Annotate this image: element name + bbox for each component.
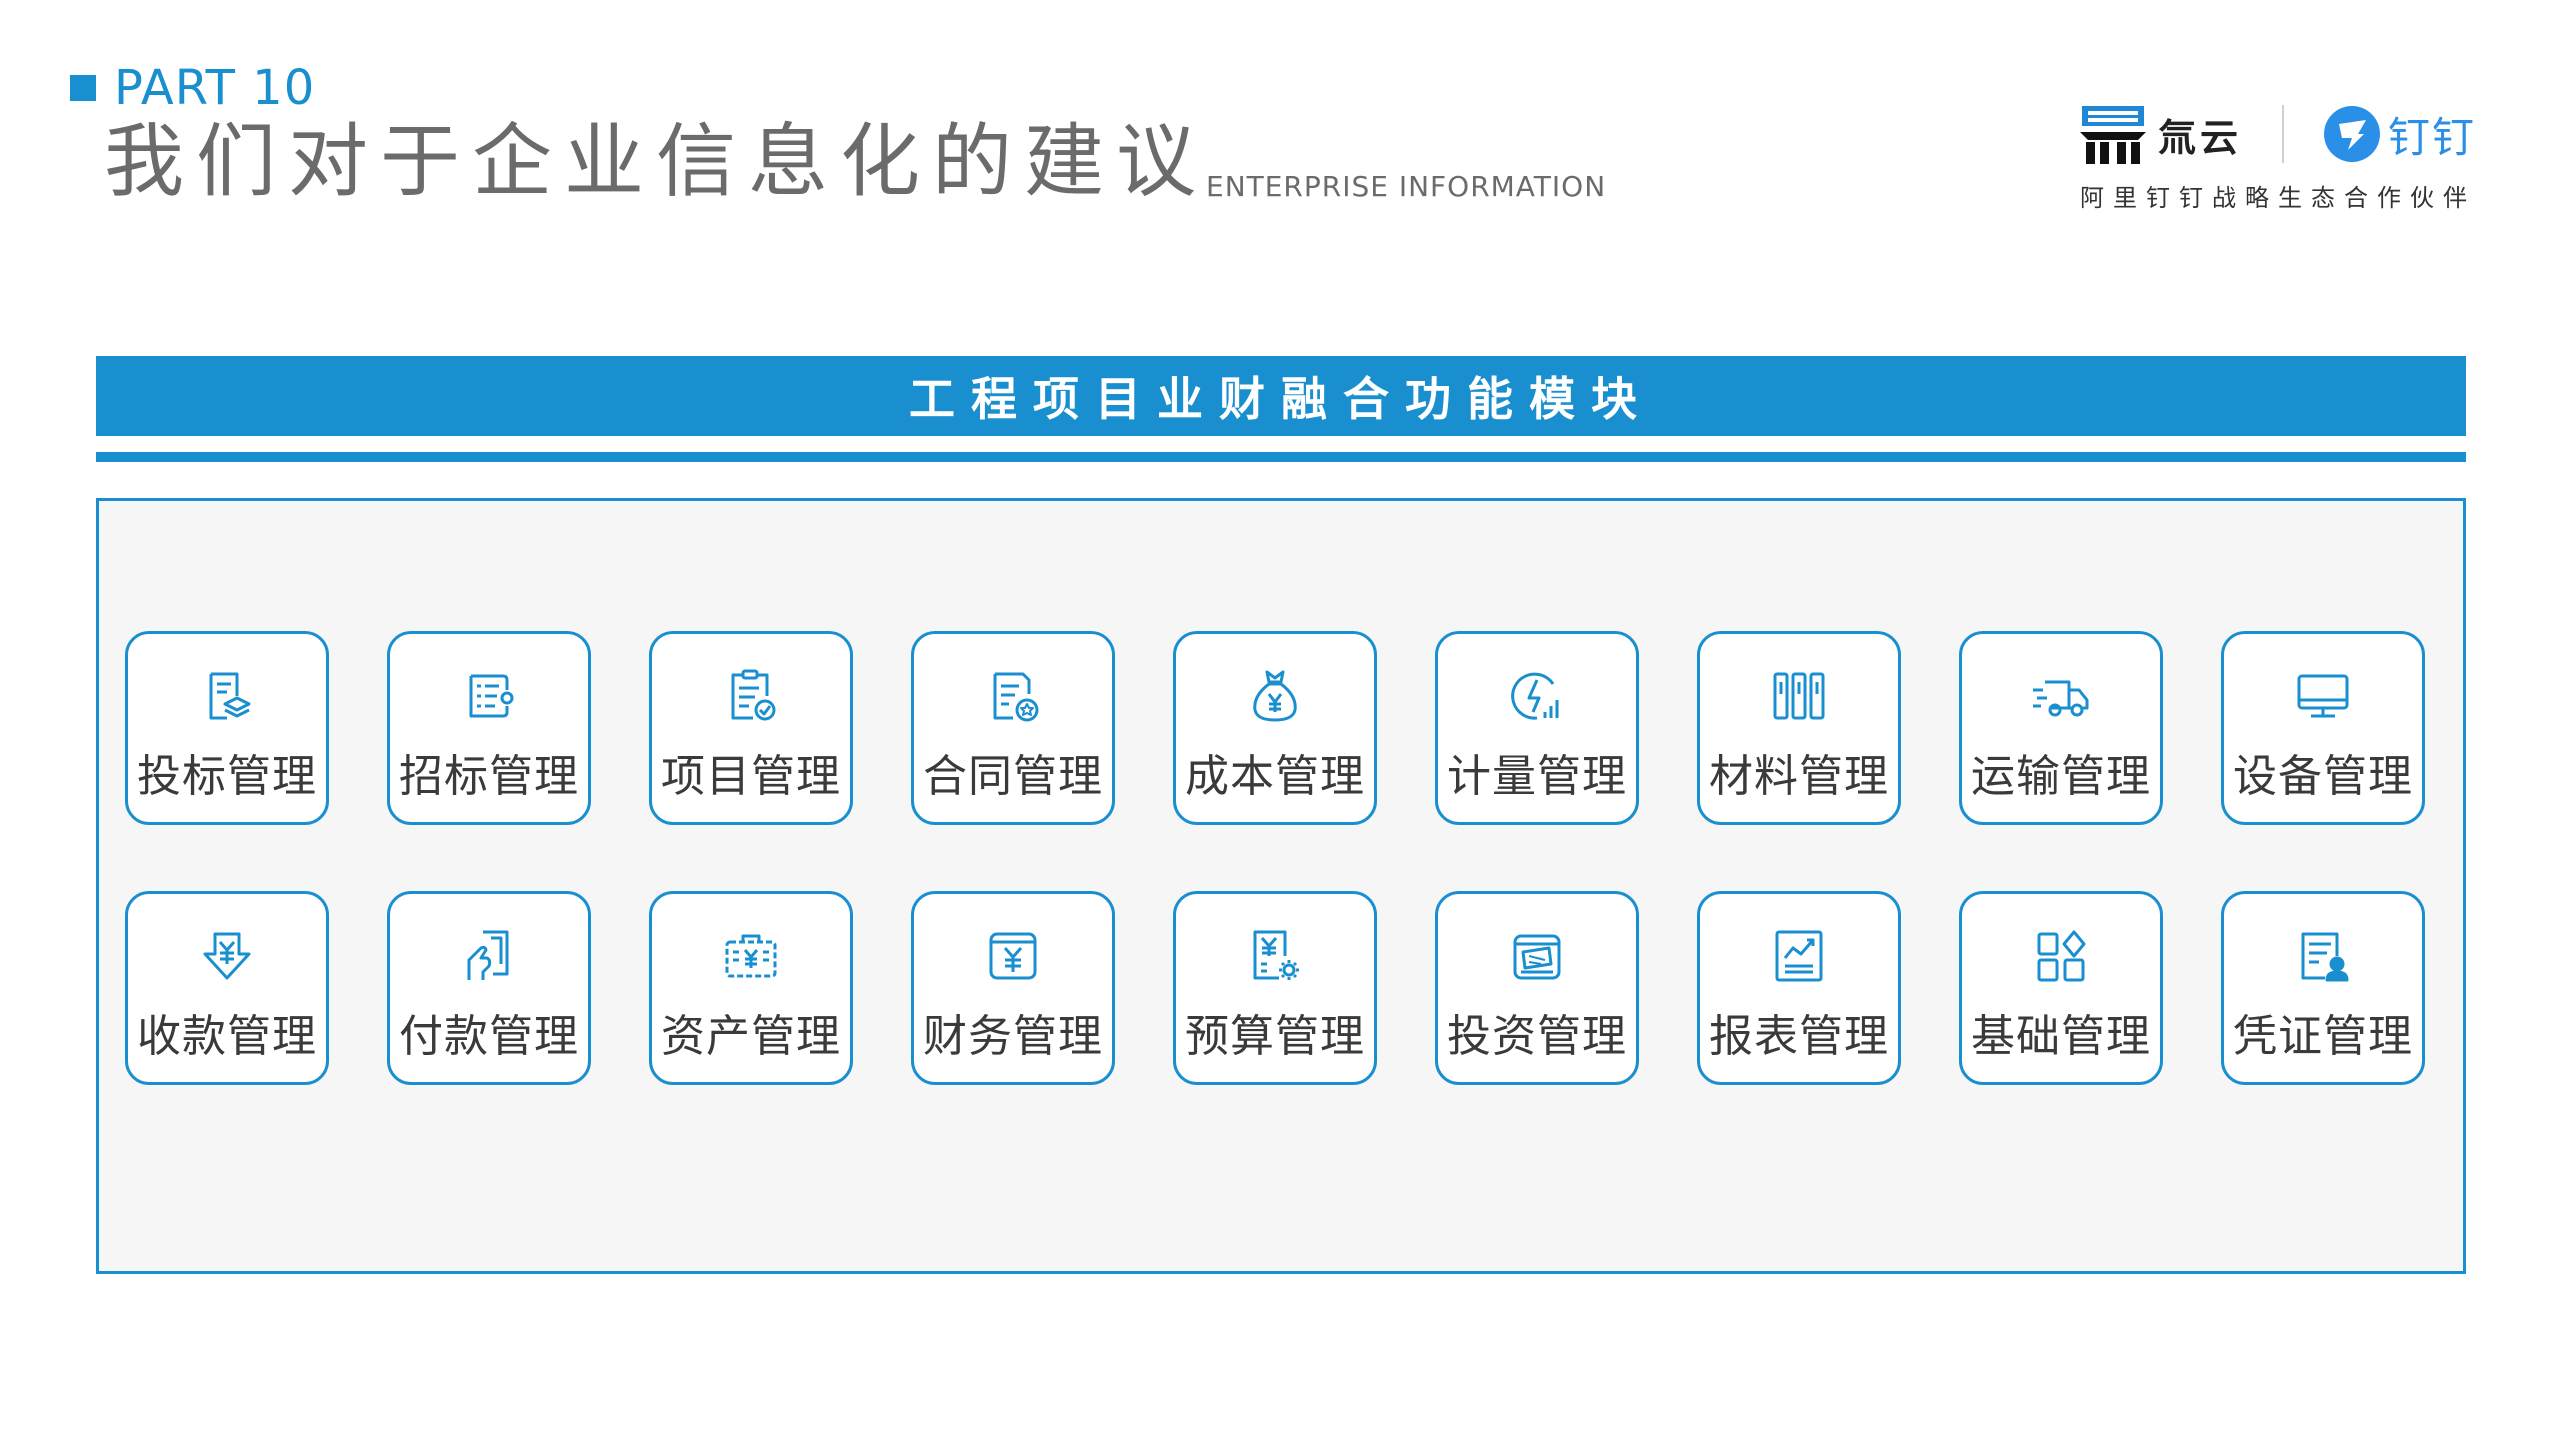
module-card-report[interactable]: 报表管理	[1697, 891, 1901, 1085]
module-card-contract[interactable]: 合同管理	[911, 631, 1115, 825]
module-card-finance[interactable]: 财务管理	[911, 891, 1115, 1085]
budget-gear-icon	[1245, 926, 1305, 986]
banner-underline	[96, 452, 2466, 462]
module-label: 财务管理	[923, 1011, 1103, 1062]
brand-a-text: 氚云	[2158, 115, 2243, 160]
module-card-equipment[interactable]: 设备管理	[2221, 631, 2425, 825]
module-card-basic[interactable]: 基础管理	[1959, 891, 2163, 1085]
module-label: 收款管理	[137, 1011, 317, 1062]
logo-caption: 阿里钉钉战略生态合作伙伴	[2080, 184, 2476, 212]
module-label: 材料管理	[1709, 751, 1889, 802]
module-card-measure[interactable]: 计量管理	[1435, 631, 1639, 825]
module-card-transport[interactable]: 运输管理	[1959, 631, 2163, 825]
module-label: 运输管理	[1971, 751, 2151, 802]
part-label: PART 10	[70, 58, 315, 118]
page-subtitle: ENTERPRISE INFORMATION	[1206, 170, 1607, 203]
basic-grid-icon	[2031, 926, 2091, 986]
module-card-budget[interactable]: 预算管理	[1173, 891, 1377, 1085]
module-label: 招标管理	[399, 751, 579, 802]
brand-a: 氚云	[2080, 102, 2242, 166]
module-label: 计量管理	[1447, 751, 1627, 802]
project-checklist-icon	[721, 666, 781, 726]
voucher-user-icon	[2293, 926, 2353, 986]
monitor-device-icon	[2293, 666, 2353, 726]
partner-logo: 氚云 钉钉 阿里钉钉战略生态合作伙伴	[2080, 100, 2510, 212]
delivery-truck-icon	[2031, 666, 2091, 726]
brand-b-text: 钉钉	[2388, 112, 2477, 162]
banner-title: 工程项目业财融合功能模块	[909, 372, 1653, 426]
part-text: PART 10	[114, 60, 316, 116]
dingtalk-logo-icon	[2324, 106, 2381, 162]
module-card-project[interactable]: 项目管理	[649, 631, 853, 825]
measure-chart-icon	[1507, 666, 1567, 726]
module-label: 付款管理	[399, 1011, 579, 1062]
module-label: 凭证管理	[2233, 1011, 2413, 1062]
tender-list-icon	[459, 666, 519, 726]
module-card-bid[interactable]: 投标管理	[125, 631, 329, 825]
module-card-cost[interactable]: 成本管理	[1173, 631, 1377, 825]
module-label: 投资管理	[1447, 1011, 1627, 1062]
payment-hand-icon	[459, 926, 519, 986]
module-label: 资产管理	[661, 1011, 841, 1062]
report-chart-icon	[1769, 926, 1829, 986]
finance-wallet-icon	[983, 926, 1043, 986]
module-label: 合同管理	[923, 751, 1103, 802]
module-card-payment[interactable]: 付款管理	[387, 891, 591, 1085]
module-card-receipt[interactable]: 收款管理	[125, 891, 329, 1085]
square-icon	[70, 75, 96, 101]
module-label: 报表管理	[1709, 1011, 1889, 1062]
logo-row: 氚云 钉钉	[2080, 100, 2510, 168]
material-binders-icon	[1769, 666, 1829, 726]
module-card-tender[interactable]: 招标管理	[387, 631, 591, 825]
module-label: 预算管理	[1185, 1011, 1365, 1062]
module-card-investment[interactable]: 投资管理	[1435, 891, 1639, 1085]
brand-b: 钉钉	[2322, 104, 2476, 165]
modules-panel: 投标管理 招标管理 项目管理 合同管理 成本管理 计量管理 材料管理 运输管理 …	[96, 498, 2466, 1274]
module-label: 设备管理	[2233, 751, 2413, 802]
module-card-material[interactable]: 材料管理	[1697, 631, 1901, 825]
module-label: 成本管理	[1185, 751, 1365, 802]
contract-seal-icon	[983, 666, 1043, 726]
module-card-voucher[interactable]: 凭证管理	[2221, 891, 2425, 1085]
building-logo-icon	[2080, 106, 2146, 164]
module-label: 项目管理	[661, 751, 841, 802]
bid-document-icon	[197, 666, 257, 726]
asset-briefcase-icon	[721, 926, 781, 986]
logo-divider	[2282, 105, 2285, 163]
money-bag-icon	[1245, 666, 1305, 726]
module-card-asset[interactable]: 资产管理	[649, 891, 853, 1085]
section-banner: 工程项目业财融合功能模块	[96, 356, 2466, 436]
slide-page: PART 10 我们对于企业信息化的建议 ENTERPRISE INFORMAT…	[0, 0, 2560, 1440]
module-label: 基础管理	[1971, 1011, 2151, 1062]
page-title: 我们对于企业信息化的建议	[104, 115, 1208, 208]
module-label: 投标管理	[137, 751, 317, 802]
receive-yen-icon	[197, 926, 257, 986]
modules-grid: 投标管理 招标管理 项目管理 合同管理 成本管理 计量管理 材料管理 运输管理 …	[125, 631, 2425, 1085]
investment-card-icon	[1507, 926, 1567, 986]
